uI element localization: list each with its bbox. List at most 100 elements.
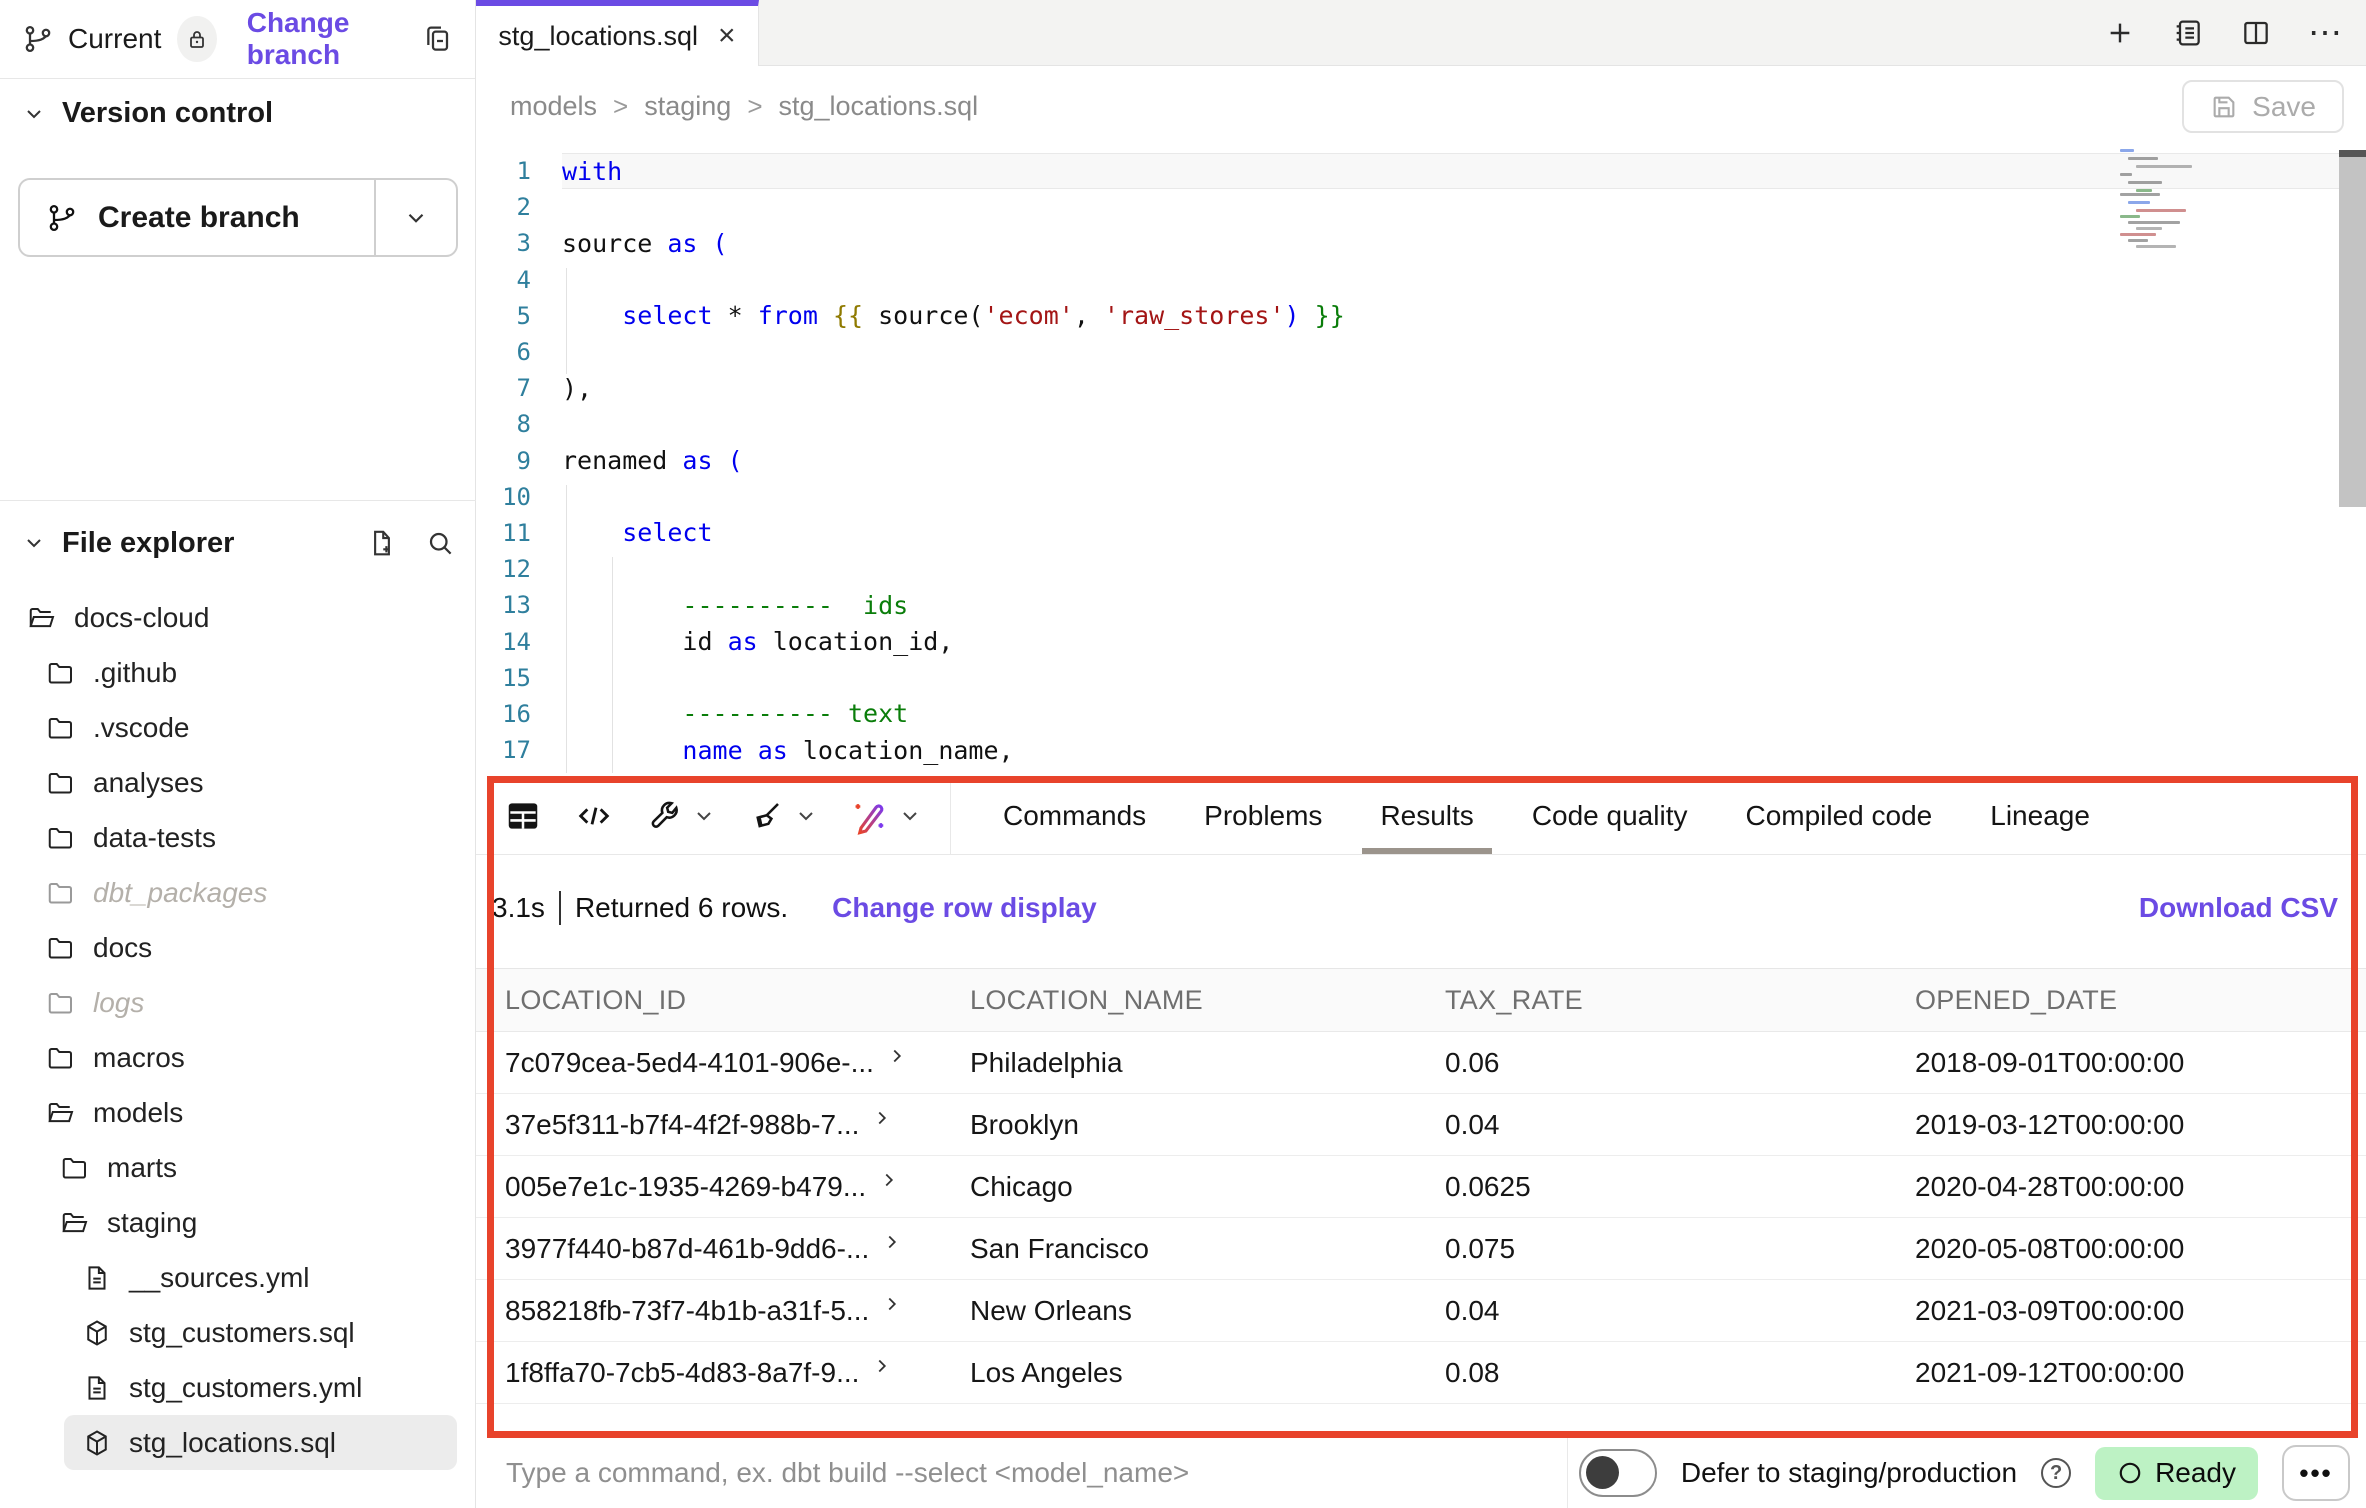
expand-cell-icon[interactable] bbox=[881, 1231, 903, 1253]
expand-cell-icon[interactable] bbox=[886, 1045, 908, 1067]
command-input[interactable]: Type a command, ex. dbt build --select <… bbox=[506, 1438, 1189, 1508]
file-tree-item-dbt-packages[interactable]: dbt_packages bbox=[0, 865, 471, 920]
file-tree-label: stg_customers.sql bbox=[129, 1317, 355, 1349]
scrollbar-cap bbox=[2339, 150, 2366, 157]
file-tree-item-data-tests[interactable]: data-tests bbox=[0, 810, 471, 865]
file-tree-item-sources-yml[interactable]: __sources.yml bbox=[0, 1250, 471, 1305]
sidebar-divider bbox=[0, 500, 476, 501]
change-row-display-link[interactable]: Change row display bbox=[832, 892, 1097, 924]
file-tree-item-stg-customers-yml[interactable]: stg_customers.yml bbox=[0, 1360, 471, 1415]
column-header-opened_date: OPENED_DATE bbox=[1915, 985, 2366, 1016]
file-tree-item-docs-cloud[interactable]: docs-cloud bbox=[0, 590, 471, 645]
code-line-8[interactable]: 8 bbox=[476, 406, 2366, 442]
copy-icon[interactable] bbox=[421, 23, 453, 55]
file-tree-item-vscode[interactable]: .vscode bbox=[0, 700, 471, 755]
table-row[interactable]: 37e5f311-b7f4-4f2f-988b-7...Brooklyn0.04… bbox=[476, 1094, 2366, 1156]
code-line-17[interactable]: 17 name as location_name, bbox=[476, 732, 2366, 768]
table-row[interactable]: 858218fb-73f7-4b1b-a31f-5...New Orleans0… bbox=[476, 1280, 2366, 1342]
build-wrench-dropdown[interactable] bbox=[646, 798, 716, 834]
code-line-14[interactable]: 14 id as location_id, bbox=[476, 623, 2366, 659]
copilot-magic-pen-icon bbox=[850, 797, 888, 835]
file-tree-item-marts[interactable]: marts bbox=[0, 1140, 471, 1195]
file-tree-item-stg-locations-sql[interactable]: stg_locations.sql bbox=[64, 1415, 457, 1470]
code-line-11[interactable]: 11 select bbox=[476, 515, 2366, 551]
table-cell: 0.075 bbox=[1445, 1233, 1915, 1265]
file-tree-item-logs[interactable]: logs bbox=[0, 975, 471, 1030]
create-branch-dropdown[interactable] bbox=[374, 180, 456, 255]
download-csv-link[interactable]: Download CSV bbox=[2139, 892, 2338, 924]
panel-tab-code-quality[interactable]: Code quality bbox=[1532, 778, 1688, 854]
breadcrumb-segment[interactable]: staging bbox=[644, 91, 731, 122]
save-button[interactable]: Save bbox=[2182, 80, 2344, 133]
dbt-cloud-ide: Current Change branch Version control bbox=[0, 0, 2366, 1508]
split-editor-icon[interactable] bbox=[2240, 17, 2272, 49]
code-line-15[interactable]: 15 bbox=[476, 660, 2366, 696]
change-branch-link[interactable]: Change branch bbox=[247, 7, 421, 71]
code-line-2[interactable]: 2 bbox=[476, 189, 2366, 225]
defer-toggle[interactable] bbox=[1579, 1449, 1657, 1497]
panel-tab-compiled-code[interactable]: Compiled code bbox=[1745, 778, 1932, 854]
panel-tab-commands[interactable]: Commands bbox=[1003, 778, 1146, 854]
code-line-13[interactable]: 13 ---------- ids bbox=[476, 587, 2366, 623]
code-text: ---------- text bbox=[562, 696, 2366, 732]
table-cell: 2021-09-12T00:00:00 bbox=[1915, 1357, 2366, 1389]
file-tree-item-macros[interactable]: macros bbox=[0, 1030, 471, 1085]
minimap[interactable] bbox=[2120, 149, 2258, 315]
table-cell: 7c079cea-5ed4-4101-906e-... bbox=[505, 1047, 970, 1079]
file-tree-item-analyses[interactable]: analyses bbox=[0, 755, 471, 810]
code-line-9[interactable]: 9renamed as ( bbox=[476, 443, 2366, 479]
table-row[interactable]: 005e7e1c-1935-4269-b479...Chicago0.06252… bbox=[476, 1156, 2366, 1218]
table-cell: 0.04 bbox=[1445, 1295, 1915, 1327]
preview-table-icon[interactable] bbox=[504, 797, 542, 835]
panel-tab-problems[interactable]: Problems bbox=[1204, 778, 1322, 854]
new-tab-plus-icon[interactable] bbox=[2104, 17, 2136, 49]
new-file-icon[interactable] bbox=[367, 528, 397, 558]
expand-cell-icon[interactable] bbox=[871, 1355, 893, 1377]
file-tree-item-stg-customers-sql[interactable]: stg_customers.sql bbox=[0, 1305, 471, 1360]
table-row[interactable]: 7c079cea-5ed4-4101-906e-...Philadelphia0… bbox=[476, 1032, 2366, 1094]
file-tree-item-github[interactable]: .github bbox=[0, 645, 471, 700]
code-icon[interactable] bbox=[574, 796, 614, 836]
panel-tab-lineage[interactable]: Lineage bbox=[1990, 778, 2090, 854]
code-line-1[interactable]: 1with bbox=[476, 153, 2366, 189]
toolbar-divider bbox=[950, 778, 951, 855]
code-line-10[interactable]: 10 bbox=[476, 479, 2366, 515]
line-number: 15 bbox=[476, 664, 562, 692]
status-more-button[interactable]: ••• bbox=[2282, 1445, 2350, 1501]
breadcrumb-segment[interactable]: models bbox=[510, 91, 597, 122]
close-tab-icon[interactable]: × bbox=[718, 21, 736, 51]
code-line-4[interactable]: 4 bbox=[476, 262, 2366, 298]
folder-icon bbox=[46, 823, 76, 853]
expand-cell-icon[interactable] bbox=[881, 1293, 903, 1315]
chevron-down-icon[interactable] bbox=[22, 531, 46, 555]
file-tree-item-staging[interactable]: staging bbox=[0, 1195, 471, 1250]
file-tree-item-models[interactable]: models bbox=[0, 1085, 471, 1140]
format-broom-dropdown[interactable] bbox=[748, 798, 818, 834]
changelog-notebook-icon[interactable] bbox=[2172, 17, 2204, 49]
panel-tab-results[interactable]: Results bbox=[1380, 778, 1473, 854]
code-line-12[interactable]: 12 bbox=[476, 551, 2366, 587]
version-control-section[interactable]: Version control bbox=[22, 97, 273, 130]
tab-stg-locations-sql[interactable]: stg_locations.sql × bbox=[476, 0, 759, 66]
file-tree-item-docs[interactable]: docs bbox=[0, 920, 471, 975]
expand-cell-icon[interactable] bbox=[878, 1169, 900, 1191]
code-line-7[interactable]: 7), bbox=[476, 370, 2366, 406]
copilot-magic-pen-dropdown[interactable] bbox=[850, 797, 922, 835]
expand-cell-icon[interactable] bbox=[871, 1107, 893, 1129]
code-line-3[interactable]: 3source as ( bbox=[476, 225, 2366, 261]
editor-scrollbar[interactable] bbox=[2339, 157, 2366, 507]
code-line-6[interactable]: 6 bbox=[476, 334, 2366, 370]
breadcrumb-segment[interactable]: stg_locations.sql bbox=[779, 91, 979, 122]
git-branch-icon bbox=[46, 202, 78, 234]
code-line-16[interactable]: 16 ---------- text bbox=[476, 696, 2366, 732]
file-tree-label: stg_locations.sql bbox=[129, 1427, 336, 1459]
code-editor[interactable]: 1with23source as (45 select * from {{ so… bbox=[476, 146, 2366, 778]
help-icon[interactable]: ? bbox=[2041, 1458, 2071, 1488]
search-icon[interactable] bbox=[425, 528, 455, 558]
table-row[interactable]: 3977f440-b87d-461b-9dd6-...San Francisco… bbox=[476, 1218, 2366, 1280]
tab-title: stg_locations.sql bbox=[498, 21, 698, 52]
create-branch-button[interactable]: Create branch bbox=[18, 178, 458, 257]
table-row[interactable]: 1f8ffa70-7cb5-4d83-8a7f-9...Los Angeles0… bbox=[476, 1342, 2366, 1404]
code-line-5[interactable]: 5 select * from {{ source('ecom', 'raw_s… bbox=[476, 298, 2366, 334]
table-cell: 2020-04-28T00:00:00 bbox=[1915, 1171, 2366, 1203]
